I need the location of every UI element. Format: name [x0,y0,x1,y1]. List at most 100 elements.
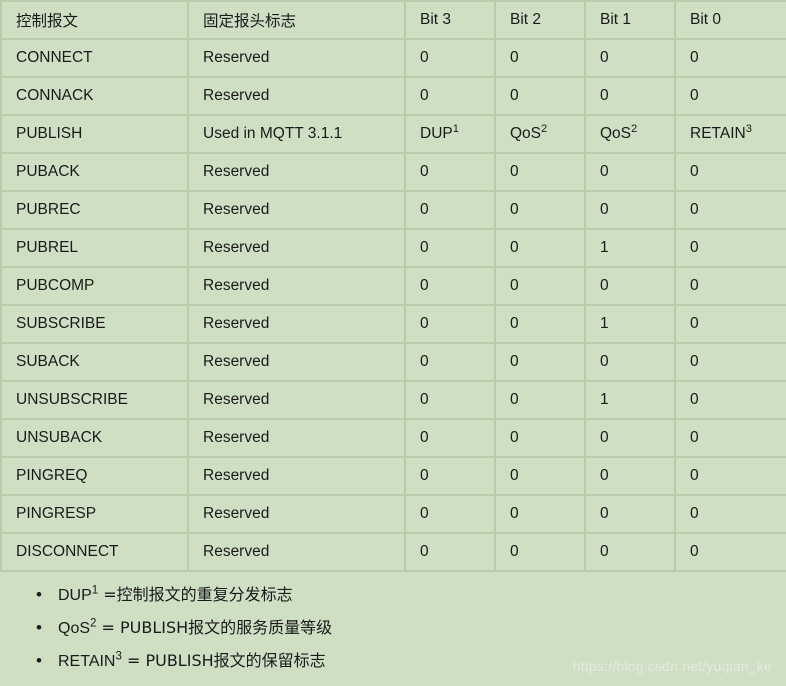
column-header-bit-2: Bit 2 [496,2,584,38]
table-body: CONNECT Reserved 0 0 0 0 CONNACK Reserved 0 0 0 0 PU… [2,40,786,570]
cell-bit-0: 0 [676,78,786,114]
cell-bit-0: 0 [676,534,786,570]
cell-bit-0: 0 [676,268,786,304]
cell-control-packet: SUBACK [2,344,187,380]
table-row: PUBREL Reserved 0 0 1 0 [2,230,786,266]
cell-control-packet: CONNACK [2,78,187,114]
cell-bit-1: 0 [586,78,674,114]
footnote-term: QoS [58,620,91,637]
cell-bit-2: 0 [496,344,584,380]
cell-fixed-header-flags: Reserved [189,458,404,494]
cell-bit-2: 0 [496,420,584,456]
cell-bit-3: 0 [406,306,494,342]
footnote-marker: 2 [631,122,638,135]
cell-control-packet: SUBSCRIBE [2,306,187,342]
cell-bit-0: 0 [676,230,786,266]
footnote-marker: 2 [541,122,548,135]
cell-bit-2: 0 [496,40,584,76]
cell-control-packet: UNSUBACK [2,420,187,456]
cell-bit-3: 0 [406,458,494,494]
table-row: CONNECT Reserved 0 0 0 0 [2,40,786,76]
cell-bit-2: 0 [496,78,584,114]
table-row: PUBACK Reserved 0 0 0 0 [2,154,786,190]
mqtt-control-packet-flags-table: 控制报文 固定报头标志 Bit 3 Bit 2 Bit 1 Bit 0 CONN… [0,0,786,572]
table-row: PUBLISH Used in MQTT 3.1.1 DUP1 QoS2 QoS2 RET… [2,116,786,152]
cell-bit-3: 0 [406,78,494,114]
cell-control-packet: PUBCOMP [2,268,187,304]
cell-fixed-header-flags: Reserved [189,268,404,304]
cell-bit-2: 0 [496,154,584,190]
cell-bit-0: 0 [676,420,786,456]
cell-control-packet: PUBACK [2,154,187,190]
cell-bit-3: DUP1 [406,116,494,152]
table-row: PUBREC Reserved 0 0 0 0 [2,192,786,228]
cell-fixed-header-flags: Reserved [189,344,404,380]
footnote-marker: 3 [745,122,752,135]
footnote-definition: = PUBLISH报文的服务质量等级 [96,618,333,637]
table-row: SUBACK Reserved 0 0 0 0 [2,344,786,380]
cell-fixed-header-flags: Reserved [189,420,404,456]
cell-bit-2: 0 [496,534,584,570]
cell-bit-1: 0 [586,458,674,494]
column-header-bit-0: Bit 0 [676,2,786,38]
cell-bit-3: 0 [406,154,494,190]
cell-control-packet: PUBLISH [2,116,187,152]
footnote-definition: =控制报文的重复分发标志 [98,585,293,604]
table-header-row: 控制报文 固定报头标志 Bit 3 Bit 2 Bit 1 Bit 0 [2,2,786,38]
table-row: DISCONNECT Reserved 0 0 0 0 [2,534,786,570]
cell-bit-1: 0 [586,420,674,456]
cell-bit-1: 1 [586,382,674,418]
cell-bit-0: RETAIN3 [676,116,786,152]
cell-bit-2: 0 [496,496,584,532]
cell-bit-3: 0 [406,382,494,418]
cell-bit-3: 0 [406,40,494,76]
cell-bit-3: 0 [406,268,494,304]
cell-bit-2: 0 [496,382,584,418]
table-row: PINGREQ Reserved 0 0 0 0 [2,458,786,494]
footnote-item: DUP1 =控制报文的重复分发标志 [36,582,786,609]
cell-fixed-header-flags: Reserved [189,40,404,76]
cell-fixed-header-flags: Reserved [189,230,404,266]
cell-control-packet: CONNECT [2,40,187,76]
cell-bit-1: 1 [586,306,674,342]
table-row: PINGRESP Reserved 0 0 0 0 [2,496,786,532]
cell-bit-0: 0 [676,344,786,380]
cell-bit-0: 0 [676,192,786,228]
cell-bit-1: 0 [586,154,674,190]
cell-bit-1: 1 [586,230,674,266]
cell-bit-0: 0 [676,496,786,532]
cell-bit-1: 0 [586,268,674,304]
cell-control-packet: PUBREC [2,192,187,228]
footnote-term: DUP [58,587,92,604]
table-header: 控制报文 固定报头标志 Bit 3 Bit 2 Bit 1 Bit 0 [2,2,786,38]
cell-fixed-header-flags: Reserved [189,534,404,570]
column-header-control-packet: 控制报文 [2,2,187,38]
cell-bit-2: 0 [496,306,584,342]
cell-fixed-header-flags: Reserved [189,154,404,190]
footnote-definition: = PUBLISH报文的保留标志 [121,651,326,670]
column-header-bit-1: Bit 1 [586,2,674,38]
cell-bit-3: 0 [406,230,494,266]
cell-fixed-header-flags: Reserved [189,382,404,418]
footnote-marker: 1 [452,122,459,135]
table-row: PUBCOMP Reserved 0 0 0 0 [2,268,786,304]
table-row: SUBSCRIBE Reserved 0 0 1 0 [2,306,786,342]
cell-bit-0: 0 [676,154,786,190]
table-row: UNSUBSCRIBE Reserved 0 0 1 0 [2,382,786,418]
cell-fixed-header-flags: Reserved [189,78,404,114]
footnote-term: RETAIN [58,653,116,670]
cell-bit-0: 0 [676,40,786,76]
cell-bit-3: 0 [406,420,494,456]
cell-control-packet: PINGRESP [2,496,187,532]
cell-bit-2: QoS2 [496,116,584,152]
cell-bit-1: 0 [586,192,674,228]
cell-fixed-header-flags: Reserved [189,306,404,342]
cell-fixed-header-flags: Reserved [189,496,404,532]
cell-bit-2: 0 [496,458,584,494]
cell-bit-0: 0 [676,458,786,494]
cell-bit-3: 0 [406,192,494,228]
cell-bit-2: 0 [496,192,584,228]
cell-bit-3: 0 [406,496,494,532]
cell-control-packet: PINGREQ [2,458,187,494]
cell-control-packet: UNSUBSCRIBE [2,382,187,418]
